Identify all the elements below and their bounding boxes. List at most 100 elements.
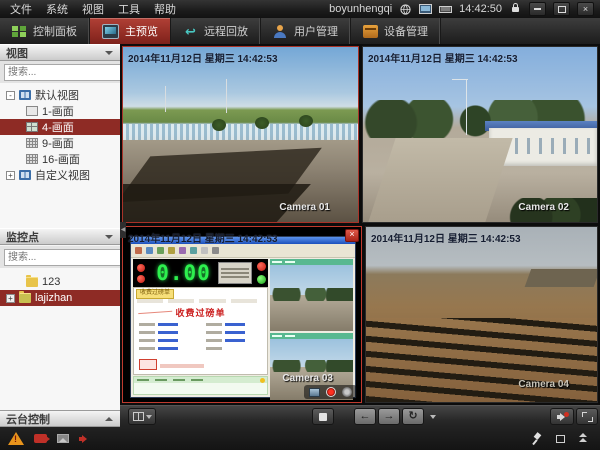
globe-icon[interactable]: [399, 4, 412, 15]
previous-page-button[interactable]: ←: [354, 408, 376, 425]
main-preview-icon: [102, 24, 119, 39]
video-pane-3-selected[interactable]: 0.00 收费过磅单 收费过磅单: [122, 226, 362, 403]
folder-icon: [26, 277, 38, 287]
osd-timestamp: 2014年11月12日 星期三 14:42:53: [128, 230, 278, 245]
sidebar: 视图 - 默认视图 1-画面 4-画面 9-画面 16-画面 +: [0, 44, 121, 427]
tree-node-9-screen[interactable]: 9-画面: [0, 135, 120, 151]
tab-control-panel[interactable]: 控制面板: [0, 18, 90, 44]
next-page-button[interactable]: →: [378, 408, 400, 425]
screen-icon[interactable]: [419, 4, 432, 15]
monitor-panel-header[interactable]: 监控点: [0, 228, 120, 245]
osd-timestamp: 2014年11月12日 星期三 14:42:53: [128, 50, 278, 65]
sidebar-collapse-handle[interactable]: ◀: [120, 222, 126, 238]
preview-toolbar: ← → ↻: [120, 405, 600, 428]
tree-label: 默认视图: [35, 87, 79, 103]
app-toolbar-icons: [131, 244, 355, 258]
chevron-up-icon: [105, 417, 113, 421]
chevron-down-icon: [105, 51, 113, 55]
tree-label: 4-画面: [42, 119, 74, 135]
view-search-row: [0, 61, 120, 83]
view-group-icon: [19, 170, 31, 180]
auto-switch-options-button[interactable]: [426, 408, 438, 425]
video-pane-1[interactable]: 2014年11月12日 星期三 14:42:53 Camera 01: [122, 46, 359, 223]
collapse-expander[interactable]: -: [6, 91, 15, 100]
tree-label: 16-画面: [42, 151, 80, 167]
tree-node-default-view[interactable]: - 默认视图: [0, 87, 120, 103]
layout-grid-icon: [133, 412, 144, 421]
lock-icon[interactable]: [509, 4, 522, 15]
pane-ptz-icon[interactable]: [342, 387, 352, 397]
pane-capture-icon[interactable]: [309, 388, 320, 397]
tree-node-custom-view[interactable]: + 自定义视图: [0, 167, 120, 183]
monitor-panel-title: 监控点: [6, 229, 39, 245]
audio-mute-button[interactable]: [550, 408, 574, 425]
tree-node-lajizhan[interactable]: + lajizhan: [0, 290, 120, 306]
pane-close-button[interactable]: ×: [345, 229, 359, 242]
view-panel-title: 视图: [6, 45, 28, 61]
form-stamp: [139, 359, 157, 370]
keyboard-icon[interactable]: [439, 4, 452, 15]
minimize-button[interactable]: [529, 2, 546, 16]
ptz-panel-title: 云台控制: [6, 411, 50, 427]
ptz-panel-header[interactable]: 云台控制: [0, 410, 120, 427]
menu-view[interactable]: 视图: [82, 1, 104, 17]
monitor-tree: 123 + lajizhan: [0, 268, 120, 410]
tab-device-management[interactable]: 设备管理: [351, 18, 441, 44]
form-tab[interactable]: 收费过磅单: [136, 289, 174, 299]
tree-label: 9-画面: [42, 135, 74, 151]
video-pane-4[interactable]: 2014年11月12日 星期三 14:42:53 Camera 04: [365, 226, 598, 403]
pin-icon[interactable]: [532, 433, 542, 445]
auto-switch-button[interactable]: ↻: [402, 408, 424, 425]
menu-help[interactable]: 帮助: [154, 1, 176, 17]
arrow-left-icon: ←: [360, 411, 371, 422]
menu-tools[interactable]: 工具: [118, 1, 140, 17]
tree-node-4-screen[interactable]: 4-画面: [0, 119, 120, 135]
tree-label: 自定义视图: [35, 167, 90, 183]
logged-in-user: boyunhengqi: [329, 3, 392, 15]
event-picture-icon[interactable]: [57, 434, 69, 443]
weight-led-value: 0.00: [149, 261, 218, 285]
tab-label: 主预览: [125, 23, 158, 39]
dropdown-caret-icon: [430, 415, 436, 419]
tab-user-management[interactable]: 用户管理: [261, 18, 351, 44]
video-pane-2[interactable]: 2014年11月12日 星期三 14:42:53 Camera 02: [362, 46, 598, 223]
tree-node-1-screen[interactable]: 1-画面: [0, 103, 120, 119]
view-group-icon: [19, 90, 31, 100]
expand-expander[interactable]: +: [6, 294, 15, 303]
tree-label: 123: [42, 276, 60, 288]
menu-system[interactable]: 系统: [46, 1, 68, 17]
restore-panel-icon[interactable]: [556, 435, 565, 443]
view-panel-header[interactable]: 视图: [0, 44, 120, 61]
maximize-icon: [558, 6, 566, 13]
pane-record-icon[interactable]: [326, 387, 336, 397]
traffic-light-icons: [133, 259, 149, 287]
osd-camera-name: Camera 03: [282, 373, 333, 384]
tab-label: 设备管理: [384, 23, 428, 39]
monitor-search-row: [0, 246, 120, 268]
menu-file[interactable]: 文件: [10, 1, 32, 17]
collapse-up-icon[interactable]: [579, 433, 588, 444]
tab-main-preview[interactable]: 主预览: [90, 18, 171, 44]
maximize-button[interactable]: [553, 2, 570, 16]
alarm-sound-icon[interactable]: [79, 434, 91, 444]
layout-select-button[interactable]: [128, 408, 156, 425]
alarm-warning-icon[interactable]: [8, 432, 24, 445]
fullscreen-icon: [582, 412, 593, 422]
tree-node-123[interactable]: 123: [0, 274, 120, 290]
fullscreen-button[interactable]: [576, 408, 598, 425]
tab-label: 用户管理: [294, 23, 338, 39]
expand-expander[interactable]: +: [6, 171, 15, 180]
window-titlebar: 文件 系统 视图 工具 帮助 boyunhengqi 14:42:50 ×: [0, 0, 600, 18]
motion-alarm-icon[interactable]: [34, 434, 47, 443]
tab-remote-playback[interactable]: ↩ 远程回放: [171, 18, 261, 44]
clock-display: 14:42:50: [459, 3, 502, 15]
weighing-form: 收费过磅单 收费过磅单: [133, 287, 268, 375]
tree-node-16-screen[interactable]: 16-画面: [0, 151, 120, 167]
view-tree: - 默认视图 1-画面 4-画面 9-画面 16-画面 + 自定义视图: [0, 83, 120, 228]
screen-layout-icon: [26, 138, 38, 148]
stop-all-button[interactable]: [312, 408, 334, 425]
close-button[interactable]: ×: [577, 2, 594, 16]
control-panel-icon: [12, 25, 27, 38]
tab-label: 控制面板: [33, 23, 77, 39]
screen-layout-icon: [26, 106, 38, 116]
